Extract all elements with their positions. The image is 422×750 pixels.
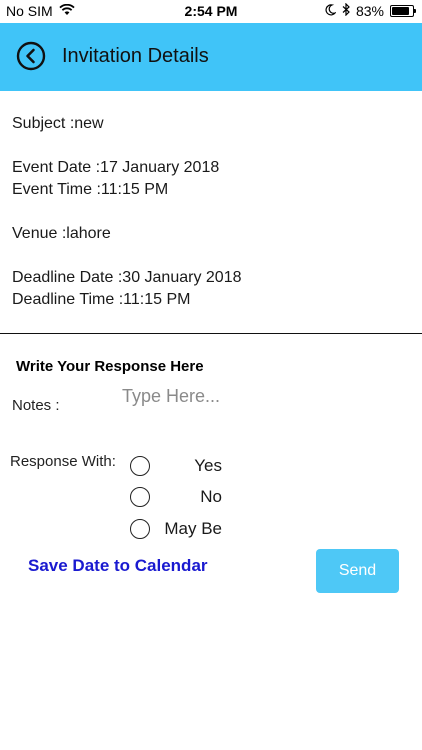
- page-title: Invitation Details: [62, 45, 209, 67]
- deadline-time-text: Deadline Time :11:15 PM: [12, 291, 191, 308]
- send-button[interactable]: Send: [316, 549, 399, 593]
- response-with-label: Response With:: [10, 453, 116, 470]
- battery-fill: [392, 7, 409, 15]
- section-divider: [0, 333, 422, 334]
- option-no-label[interactable]: No: [142, 487, 222, 507]
- response-heading: Write Your Response Here: [16, 358, 204, 375]
- bluetooth-icon: [342, 2, 350, 19]
- app-header: Invitation Details: [0, 23, 422, 91]
- battery-icon: [390, 5, 416, 17]
- back-button[interactable]: [16, 41, 46, 71]
- battery-percent: 83%: [355, 3, 384, 19]
- event-time-text: Event Time :11:15 PM: [12, 181, 169, 198]
- notes-label: Notes :: [12, 397, 60, 414]
- status-bar: No SIM 2:54 PM 83%: [0, 0, 422, 23]
- back-arrow-circle-icon: [16, 41, 46, 71]
- event-date-text: Event Date :17 January 2018: [12, 159, 220, 176]
- venue-text: Venue :lahore: [12, 225, 111, 242]
- option-yes-label[interactable]: Yes: [142, 456, 222, 476]
- invitation-details: Subject :new Event Date :17 January 2018…: [12, 113, 242, 311]
- save-date-to-calendar-link[interactable]: Save Date to Calendar: [28, 556, 208, 576]
- notes-input[interactable]: [122, 382, 362, 410]
- status-right: 83%: [325, 2, 416, 19]
- deadline-date-text: Deadline Date :30 January 2018: [12, 269, 242, 286]
- moon-icon: [325, 3, 337, 19]
- subject-text: Subject :new: [12, 115, 104, 132]
- option-maybe-label[interactable]: May Be: [142, 519, 222, 539]
